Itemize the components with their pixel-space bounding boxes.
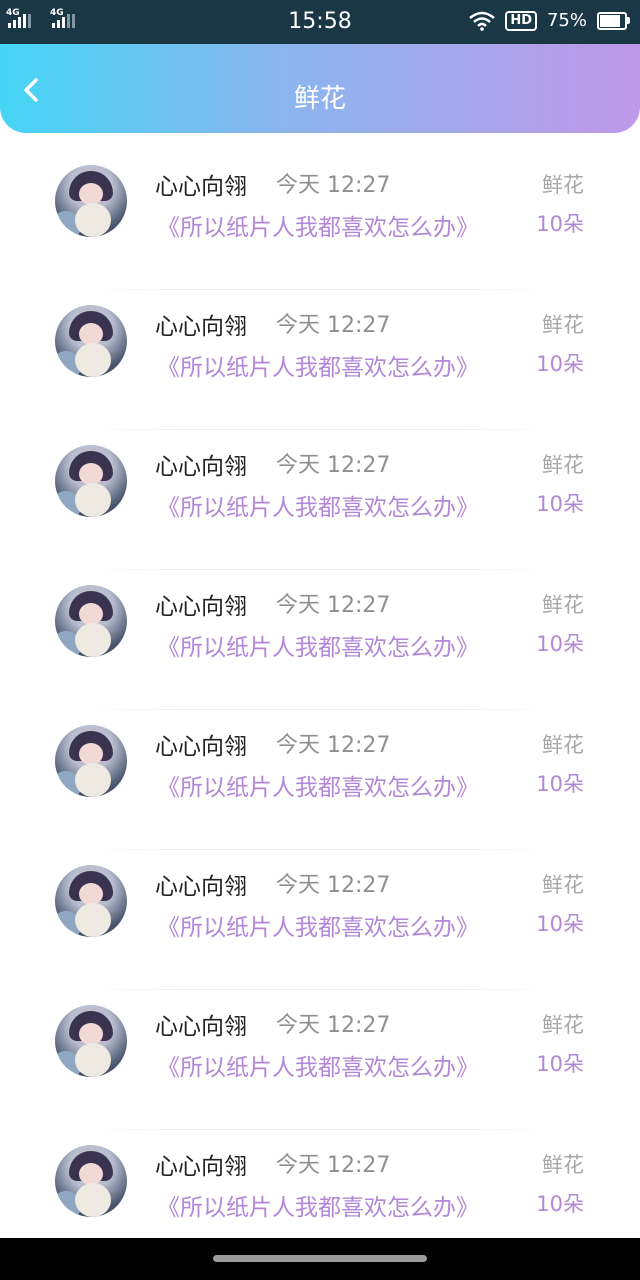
page-title: 鲜花 [293,84,346,114]
book-title-link[interactable]: 《所以纸片人我都喜欢怎么办》 [157,628,479,662]
username: 心心向翎 [155,314,247,340]
wifi-icon [469,11,496,31]
username: 心心向翎 [155,174,247,200]
gift-count: 10朵 [536,912,584,936]
username: 心心向翎 [155,1014,247,1040]
gift-count: 10朵 [536,772,584,796]
record-time: 今天 12:27 [276,173,391,198]
record-time: 今天 12:27 [276,1153,391,1178]
status-bar: 4G 4G 15:58 HD 75% [0,0,640,44]
gift-count: 10朵 [536,1052,584,1076]
battery-fill [600,14,620,27]
gift-count: 10朵 [536,352,584,376]
gift-record-row[interactable]: 心心向翎 今天 12:27 《所以纸片人我都喜欢怎么办》 鲜花 10朵 [0,150,640,290]
book-title-link[interactable]: 《所以纸片人我都喜欢怎么办》 [157,348,479,382]
app-header: 鲜花 [0,44,640,133]
avatar[interactable] [55,305,127,377]
gift-record-row[interactable]: 心心向翎 今天 12:27 《所以纸片人我都喜欢怎么办》 鲜花 10朵 [0,290,640,430]
avatar[interactable] [55,585,127,657]
book-title-link[interactable]: 《所以纸片人我都喜欢怎么办》 [157,488,479,522]
book-title-link[interactable]: 《所以纸片人我都喜欢怎么办》 [157,208,479,242]
gift-name: 鲜花 [542,593,584,617]
gift-record-row[interactable]: 心心向翎 今天 12:27 《所以纸片人我都喜欢怎么办》 鲜花 10朵 [0,570,640,710]
username: 心心向翎 [155,454,247,480]
record-time: 今天 12:27 [276,453,391,478]
hd-badge: HD [505,10,537,31]
gift-name: 鲜花 [542,1013,584,1037]
gift-count: 10朵 [536,212,584,236]
gift-name: 鲜花 [542,1153,584,1177]
avatar[interactable] [55,445,127,517]
status-right-group: HD 75% [469,10,630,31]
username: 心心向翎 [155,594,247,620]
gift-name: 鲜花 [542,173,584,197]
gift-record-row[interactable]: 心心向翎 今天 12:27 《所以纸片人我都喜欢怎么办》 鲜花 10朵 [0,710,640,850]
book-title-link[interactable]: 《所以纸片人我都喜欢怎么办》 [157,908,479,942]
gift-count: 10朵 [536,1192,584,1216]
avatar[interactable] [55,725,127,797]
avatar[interactable] [55,1145,127,1217]
username: 心心向翎 [155,874,247,900]
battery-icon [597,11,630,30]
gift-name: 鲜花 [542,733,584,757]
avatar[interactable] [55,1005,127,1077]
avatar[interactable] [55,865,127,937]
record-time: 今天 12:27 [276,873,391,898]
home-indicator[interactable] [213,1255,427,1262]
gift-record-row[interactable]: 心心向翎 今天 12:27 《所以纸片人我都喜欢怎么办》 鲜花 10朵 [0,430,640,570]
book-title-link[interactable]: 《所以纸片人我都喜欢怎么办》 [157,1188,479,1222]
book-title-link[interactable]: 《所以纸片人我都喜欢怎么办》 [157,1048,479,1082]
gift-record-list[interactable]: 心心向翎 今天 12:27 《所以纸片人我都喜欢怎么办》 鲜花 10朵 心心向翎… [0,150,640,1238]
record-time: 今天 12:27 [276,313,391,338]
gift-record-row[interactable]: 心心向翎 今天 12:27 《所以纸片人我都喜欢怎么办》 鲜花 10朵 [0,990,640,1130]
gift-name: 鲜花 [542,873,584,897]
avatar[interactable] [55,165,127,237]
username: 心心向翎 [155,1154,247,1180]
gift-name: 鲜花 [542,313,584,337]
gift-count: 10朵 [536,492,584,516]
username: 心心向翎 [155,734,247,760]
gift-count: 10朵 [536,632,584,656]
system-nav-bar [0,1238,640,1280]
gift-name: 鲜花 [542,453,584,477]
record-time: 今天 12:27 [276,1013,391,1038]
gift-record-row[interactable]: 心心向翎 今天 12:27 《所以纸片人我都喜欢怎么办》 鲜花 10朵 [0,850,640,990]
book-title-link[interactable]: 《所以纸片人我都喜欢怎么办》 [157,768,479,802]
battery-percent: 75% [546,10,587,31]
gift-record-row[interactable]: 心心向翎 今天 12:27 《所以纸片人我都喜欢怎么办》 鲜花 10朵 [0,1130,640,1238]
record-time: 今天 12:27 [276,593,391,618]
record-time: 今天 12:27 [276,733,391,758]
